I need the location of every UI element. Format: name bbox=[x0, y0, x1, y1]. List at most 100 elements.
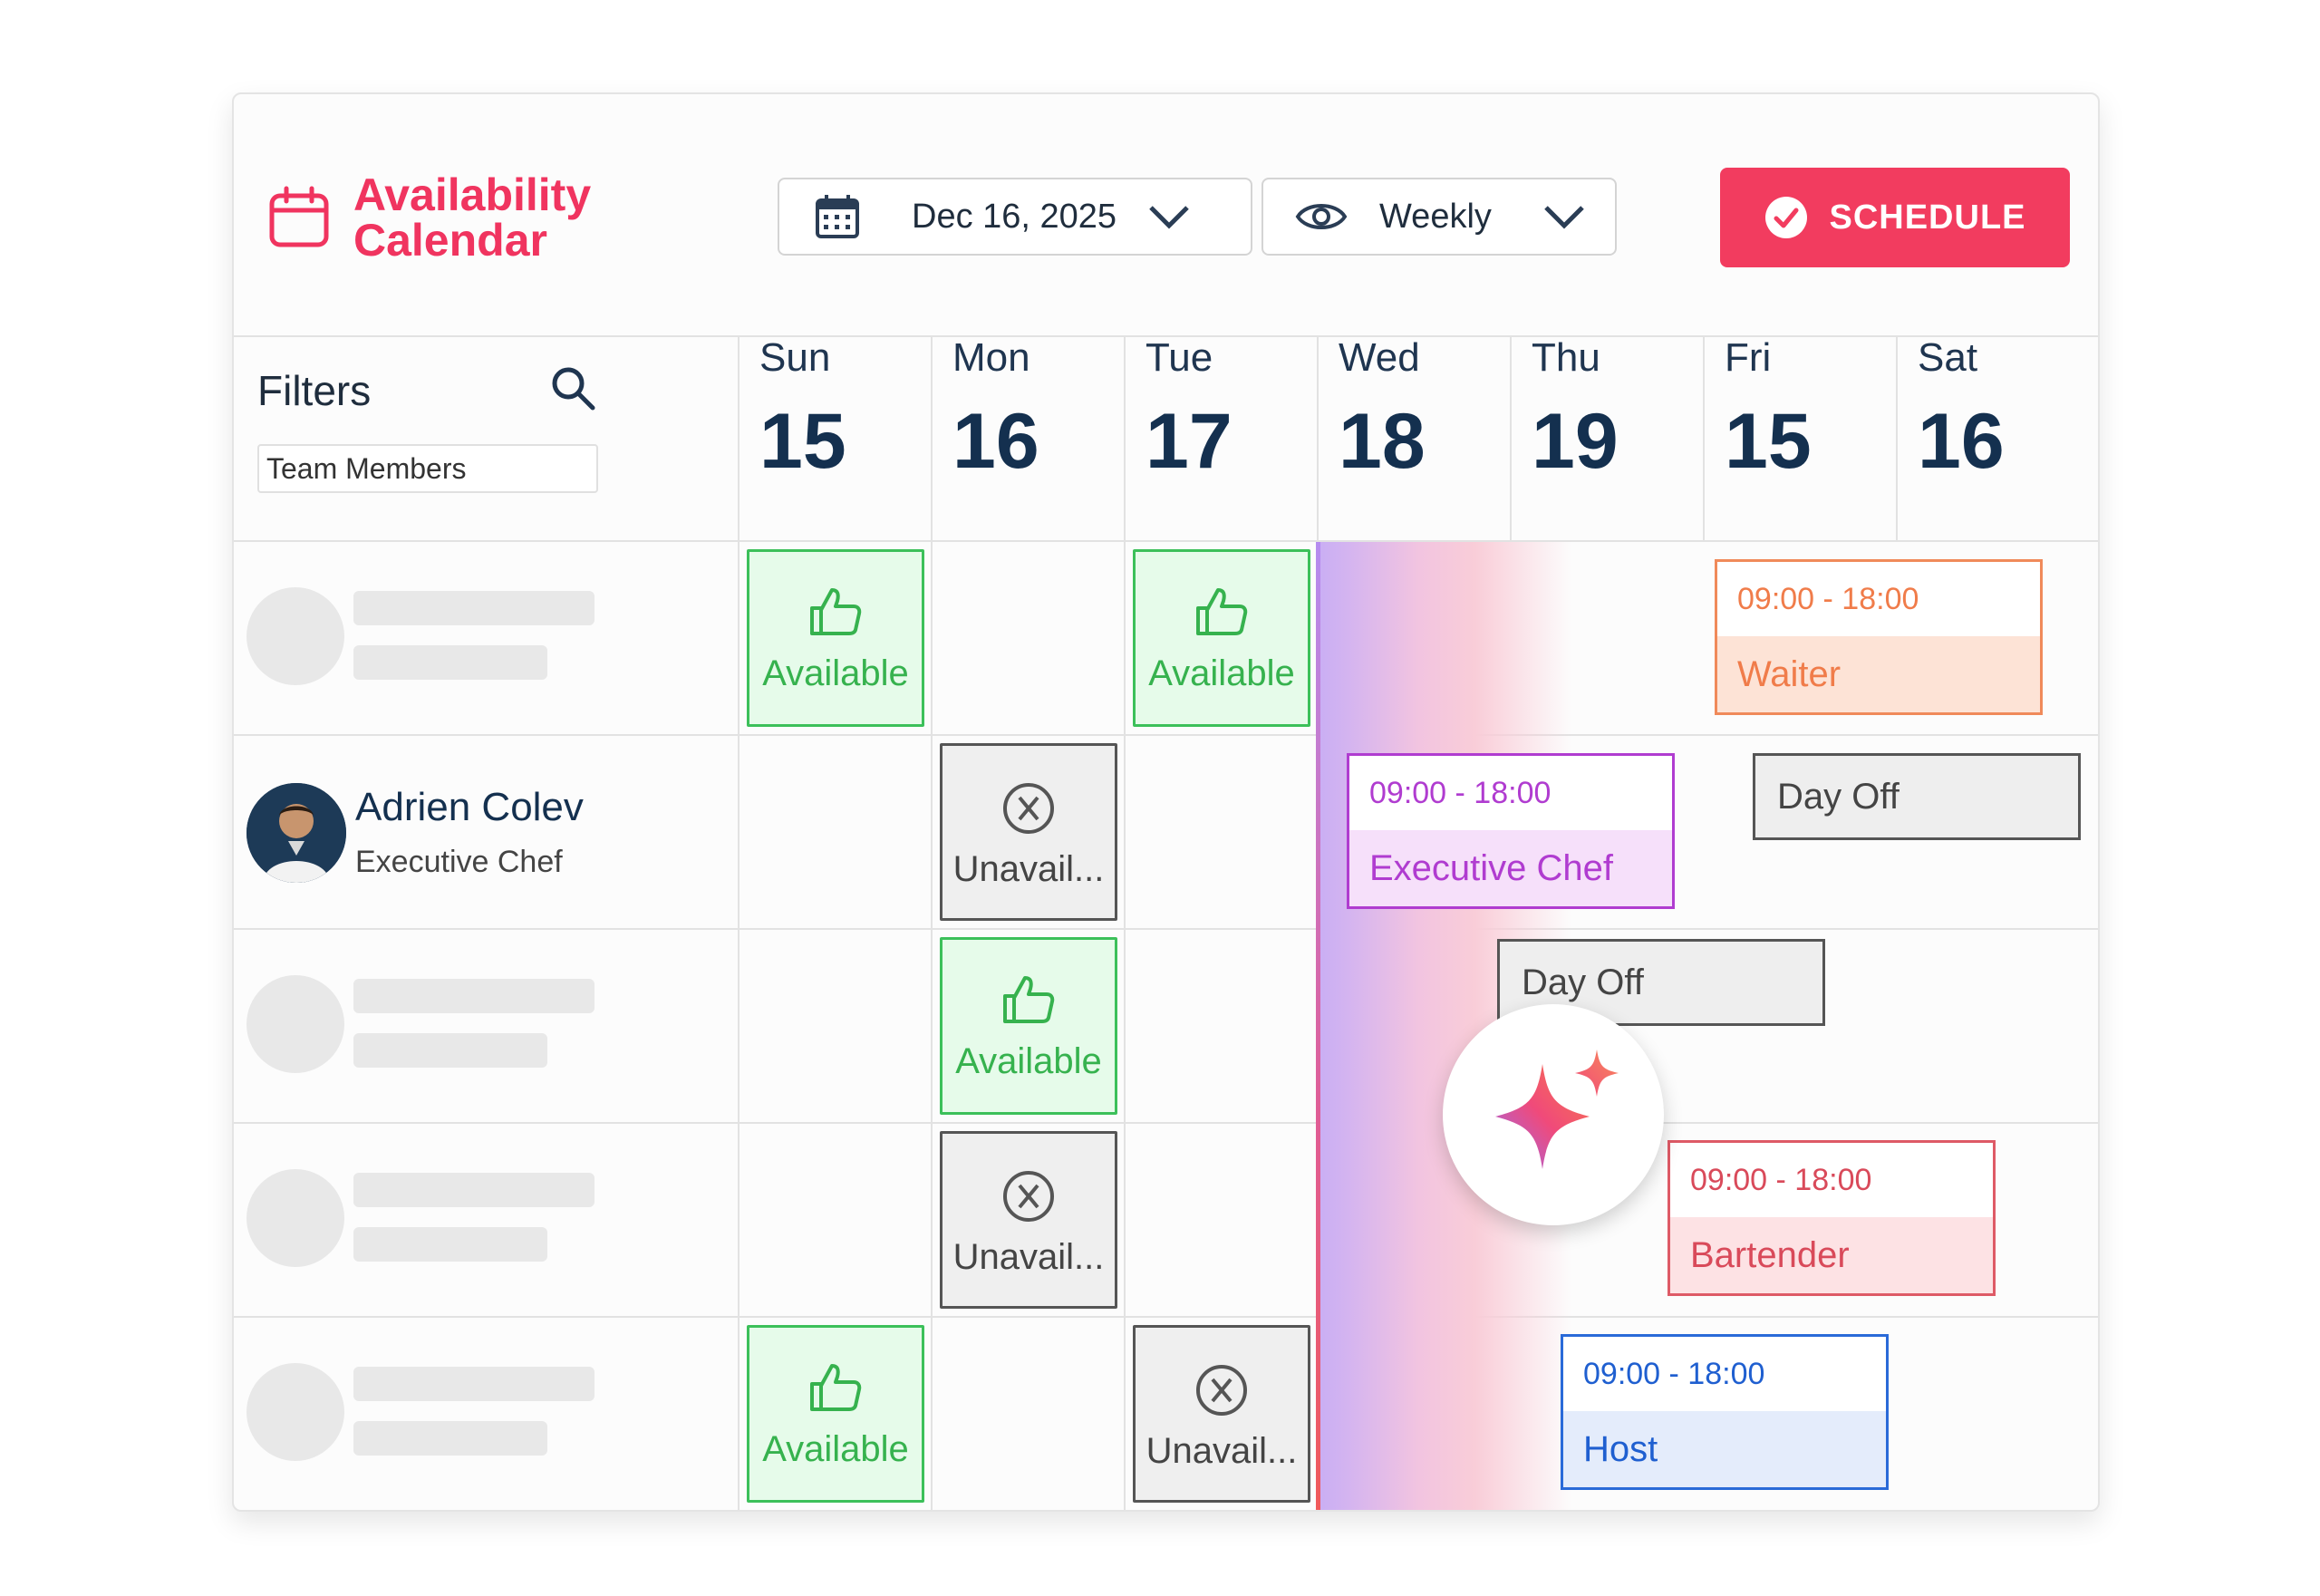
page-title: Availability Calendar bbox=[353, 169, 592, 266]
name-placeholder bbox=[353, 979, 594, 1013]
name-placeholder bbox=[353, 1367, 594, 1401]
thumbs-up-icon bbox=[1196, 588, 1248, 635]
search-icon[interactable] bbox=[547, 363, 600, 415]
divider bbox=[234, 1316, 2098, 1318]
date-select[interactable]: Dec 16, 2025 bbox=[778, 178, 1252, 256]
name-placeholder bbox=[353, 591, 594, 625]
sparkle-icon bbox=[1495, 1049, 1619, 1169]
shift-role: Executive Chef bbox=[1349, 830, 1672, 906]
name-placeholder bbox=[353, 1173, 594, 1207]
thumbs-up-icon bbox=[810, 1364, 862, 1411]
day-name: Thu bbox=[1532, 335, 1600, 380]
member-role: Executive Chef bbox=[355, 845, 563, 879]
status-label: Unavail... bbox=[952, 849, 1105, 889]
status-label: Available bbox=[955, 1041, 1102, 1081]
day-name: Tue bbox=[1146, 335, 1213, 380]
thumbs-up-icon bbox=[1003, 976, 1055, 1023]
shift-executive-chef[interactable]: 09:00 - 18:00 Executive Chef bbox=[1347, 753, 1675, 909]
divider bbox=[234, 928, 2098, 930]
calendar-icon bbox=[269, 186, 329, 247]
status-label: Unavail... bbox=[1146, 1431, 1298, 1471]
member-name[interactable]: Adrien Colev bbox=[355, 785, 584, 830]
chevron-down-icon bbox=[1149, 206, 1189, 229]
filters-label: Filters bbox=[257, 367, 372, 414]
avatar-placeholder bbox=[246, 1169, 344, 1267]
eye-icon bbox=[1295, 204, 1348, 229]
day-header-mon: Mon 16 bbox=[933, 335, 1125, 487]
avatar-placeholder bbox=[246, 975, 344, 1073]
day-number: 18 bbox=[1339, 398, 1426, 485]
brand: Availability Calendar bbox=[266, 172, 643, 263]
shift-time: 09:00 - 18:00 bbox=[1583, 1357, 1765, 1391]
unavailable-cell[interactable]: Unavail... bbox=[940, 743, 1117, 921]
schedule-label: SCHEDULE bbox=[1829, 198, 2026, 237]
divider bbox=[234, 734, 2098, 736]
shift-time: 09:00 - 18:00 bbox=[1690, 1163, 1872, 1197]
divider bbox=[1124, 335, 1126, 1510]
avatar[interactable] bbox=[246, 783, 346, 883]
shift-role: Waiter bbox=[1717, 636, 2040, 712]
available-cell[interactable]: Available bbox=[1133, 549, 1310, 727]
role-placeholder bbox=[353, 1033, 547, 1068]
current-time-line bbox=[1316, 542, 1320, 1510]
day-name: Fri bbox=[1725, 335, 1772, 380]
day-header-sun: Sun 15 bbox=[740, 335, 932, 487]
thumbs-up-icon bbox=[810, 588, 862, 635]
check-circle-icon bbox=[1765, 197, 1808, 238]
day-name: Sun bbox=[759, 335, 831, 380]
divider bbox=[234, 1122, 2098, 1124]
day-number: 15 bbox=[759, 398, 846, 485]
status-label: Available bbox=[1148, 653, 1295, 693]
day-number: 16 bbox=[1918, 398, 2005, 485]
ai-assistant-button[interactable] bbox=[1443, 1004, 1664, 1225]
day-number: 15 bbox=[1725, 398, 1812, 485]
x-circle-icon bbox=[1003, 1171, 1054, 1222]
unavailable-cell[interactable]: Unavail... bbox=[940, 1131, 1117, 1309]
availability-calendar-card: Availability Calendar Dec 16, 2025 Weekl… bbox=[232, 92, 2100, 1512]
shift-waiter[interactable]: 09:00 - 18:00 Waiter bbox=[1715, 559, 2043, 715]
status-label: Available bbox=[762, 1429, 909, 1469]
shift-time: 09:00 - 18:00 bbox=[1369, 776, 1552, 810]
role-placeholder bbox=[353, 645, 547, 680]
day-name: Wed bbox=[1339, 335, 1420, 380]
day-name: Sat bbox=[1918, 335, 1978, 380]
shift-role: Host bbox=[1563, 1411, 1886, 1487]
status-label: Unavail... bbox=[952, 1237, 1105, 1277]
view-select[interactable]: Weekly bbox=[1262, 178, 1617, 256]
shift-time: 09:00 - 18:00 bbox=[1737, 582, 1919, 616]
divider bbox=[234, 540, 2098, 542]
shift-role: Bartender bbox=[1670, 1217, 1993, 1293]
team-members-field[interactable]: Team Members bbox=[257, 444, 598, 493]
available-cell[interactable]: Available bbox=[747, 1325, 924, 1503]
divider bbox=[738, 335, 740, 1510]
day-off-cell[interactable]: Day Off bbox=[1753, 753, 2081, 840]
x-circle-icon bbox=[1003, 783, 1054, 834]
available-cell[interactable]: Available bbox=[747, 549, 924, 727]
day-header-fri: Fri 15 bbox=[1705, 335, 1897, 487]
day-name: Mon bbox=[952, 335, 1030, 380]
schedule-button[interactable]: SCHEDULE bbox=[1720, 168, 2070, 267]
shift-host[interactable]: 09:00 - 18:00 Host bbox=[1561, 1334, 1889, 1490]
shift-bartender[interactable]: 09:00 - 18:00 Bartender bbox=[1668, 1140, 1996, 1296]
day-number: 17 bbox=[1146, 398, 1232, 485]
role-placeholder bbox=[353, 1227, 547, 1262]
unavailable-cell[interactable]: Unavail... bbox=[1133, 1325, 1310, 1503]
day-number: 16 bbox=[952, 398, 1039, 485]
status-label: Available bbox=[762, 653, 909, 693]
day-header-tue: Tue 17 bbox=[1126, 335, 1318, 487]
avatar-placeholder bbox=[246, 587, 344, 685]
avatar-placeholder bbox=[246, 1363, 344, 1461]
view-value: Weekly bbox=[1379, 197, 1492, 236]
available-cell[interactable]: Available bbox=[940, 937, 1117, 1115]
day-header-thu: Thu 19 bbox=[1512, 335, 1704, 487]
day-number: 19 bbox=[1532, 398, 1619, 485]
day-header-sat: Sat 16 bbox=[1898, 335, 2090, 487]
role-placeholder bbox=[353, 1421, 547, 1456]
chevron-down-icon bbox=[1544, 206, 1584, 229]
date-value: Dec 16, 2025 bbox=[912, 197, 1117, 236]
person-photo-icon bbox=[246, 783, 346, 883]
day-header-wed: Wed 18 bbox=[1319, 335, 1511, 487]
x-circle-icon bbox=[1196, 1365, 1247, 1416]
calendar-grid-icon bbox=[816, 195, 859, 238]
divider bbox=[931, 335, 933, 1510]
